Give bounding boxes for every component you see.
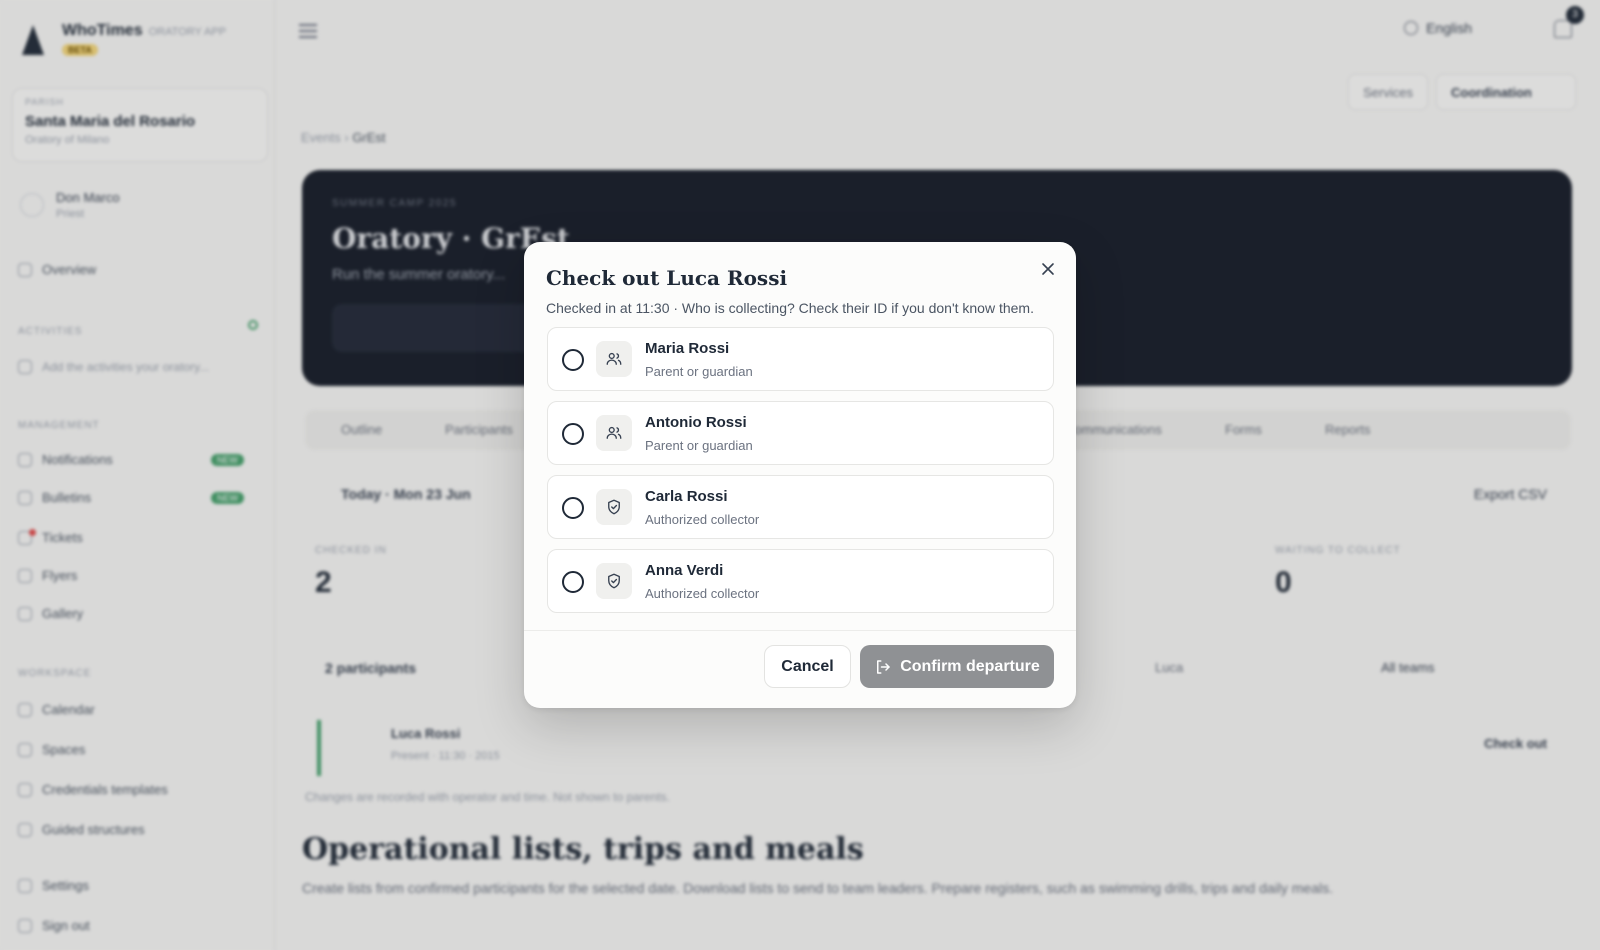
collector-role: Authorized collector [645,512,760,527]
confirm-label: Confirm departure [900,657,1040,675]
dialog-title: Check out Luca Rossi [546,266,788,290]
collector-role: Parent or guardian [645,438,753,453]
shield-check-icon [608,573,620,589]
close-button[interactable] [1036,258,1060,282]
collector-option-maria-rossi[interactable]: Maria Rossi Parent or guardian [547,327,1054,391]
collector-icon-box [596,415,632,451]
users-icon [606,352,622,365]
collector-option-antonio-rossi[interactable]: Antonio Rossi Parent or guardian [547,401,1054,465]
collector-option-anna-verdi[interactable]: Anna Verdi Authorized collector [547,549,1054,613]
confirm-departure-button[interactable]: Confirm departure [860,645,1054,688]
collector-name: Maria Rossi [645,340,730,357]
shield-check-icon [608,499,620,515]
cancel-button[interactable]: Cancel [764,645,851,688]
radio-button[interactable] [562,423,584,445]
radio-button[interactable] [562,349,584,371]
collector-role: Parent or guardian [645,364,753,379]
collector-role: Authorized collector [645,586,760,601]
log-out-icon [877,659,890,674]
collector-option-carla-rossi[interactable]: Carla Rossi Authorized collector [547,475,1054,539]
users-icon [606,426,622,439]
collector-icon-box [596,489,632,525]
collector-icon-box [596,563,632,599]
checkout-dialog: Check out Luca Rossi Checked in at 11:30… [524,242,1076,708]
collector-name: Anna Verdi [645,562,724,579]
collector-icon-box [596,341,632,377]
collector-name: Antonio Rossi [645,414,747,431]
radio-button[interactable] [562,571,584,593]
dialog-divider [524,630,1076,631]
radio-button[interactable] [562,497,584,519]
collector-name: Carla Rossi [645,488,728,505]
dialog-subtitle: Checked in at 11:30 · Who is collecting?… [546,300,1034,316]
close-icon [1042,262,1054,275]
